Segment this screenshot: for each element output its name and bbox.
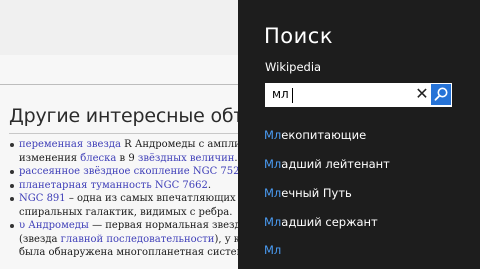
suggestion-match: Мл — [264, 186, 282, 200]
article-text: ), у ко — [214, 233, 238, 245]
article-text: была обнаружена многопланетная систем — [19, 247, 238, 258]
article-text: в 9 — [116, 152, 138, 164]
article-text: изменения — [19, 152, 81, 164]
article-text: R Андромеды с амплит — [120, 139, 238, 150]
article-line: NGC 891 – одна из самых впечатляющих — [10, 192, 238, 206]
article-text: . — [207, 179, 212, 191]
search-suggestion[interactable]: Младший лейтенант — [264, 157, 390, 171]
article-page: Другие интересные объект переменная звез… — [0, 0, 238, 269]
article-link[interactable]: переменная звезда — [19, 139, 121, 150]
search-icon — [434, 87, 448, 101]
article-line: планетарная туманность NGC 7662. — [10, 179, 238, 193]
article-line: υ Андромеды — первая нормальная звезд — [10, 219, 238, 233]
suggestion-rest: адший сержант — [281, 215, 378, 229]
search-suggestion[interactable]: Мл — [264, 243, 281, 257]
section-divider — [0, 84, 238, 85]
article-link[interactable]: блеска — [80, 153, 116, 164]
article-link[interactable]: рассеянное звёздное скопление NGC 752 — [19, 166, 238, 177]
article-top-area — [0, 0, 238, 55]
search-suggestion[interactable]: Млекопитающие — [264, 128, 366, 142]
search-suggestion[interactable]: Младший сержант — [264, 215, 378, 229]
article-link[interactable]: планетарная туманность NGC 7662 — [19, 180, 208, 191]
suggestion-rest: адший лейтенант — [281, 157, 390, 171]
search-pane-title: Поиск — [264, 24, 334, 48]
article-link[interactable]: звёздных величин — [138, 153, 235, 164]
search-button[interactable] — [431, 84, 451, 105]
article-line: переменная звезда R Андромеды с амплит — [10, 138, 238, 152]
article-line: рассеянное звёздное скопление NGC 752. — [10, 165, 238, 179]
article-bullet-list: переменная звезда R Андромеды с амплит из… — [9, 138, 238, 260]
search-query-text: мл — [272, 87, 289, 101]
article-link[interactable]: главной последовательности — [61, 234, 215, 245]
search-pane: Поиск Wikipedia мл ✕ Млекопитающие Младши… — [238, 0, 480, 269]
suggestion-match: Мл — [264, 215, 282, 229]
article-text: (звезда — [19, 233, 61, 245]
article-text: — первая нормальная звезд — [88, 220, 238, 231]
text-caret — [292, 88, 293, 103]
search-app-name[interactable]: Wikipedia — [265, 60, 321, 74]
article-link[interactable]: NGC 891 — [19, 193, 66, 204]
suggestion-match: Мл — [264, 243, 282, 257]
article-link[interactable]: υ Андромеды — [19, 220, 89, 231]
article-line: изменения блеска в 9 звёздных величин. — [19, 152, 238, 166]
article-text: – одна из самых впечатляющих — [65, 193, 236, 204]
heading-underline — [9, 133, 238, 134]
suggestion-match: Мл — [264, 157, 282, 171]
section-heading: Другие интересные объект — [9, 105, 238, 127]
search-suggestion[interactable]: Млечный Путь — [264, 186, 352, 200]
suggestion-match: Мл — [264, 128, 282, 142]
clear-icon[interactable]: ✕ — [413, 85, 431, 103]
article-line: была обнаружена многопланетная систем — [19, 246, 238, 260]
suggestion-rest: екопитающие — [281, 128, 367, 142]
article-line: (звезда главной последовательности), у к… — [19, 233, 238, 247]
article-text: спиральных галактик, видимых с ребра. — [19, 206, 233, 218]
suggestion-rest: ечный Путь — [281, 186, 352, 200]
article-line: спиральных галактик, видимых с ребра. — [19, 206, 238, 220]
